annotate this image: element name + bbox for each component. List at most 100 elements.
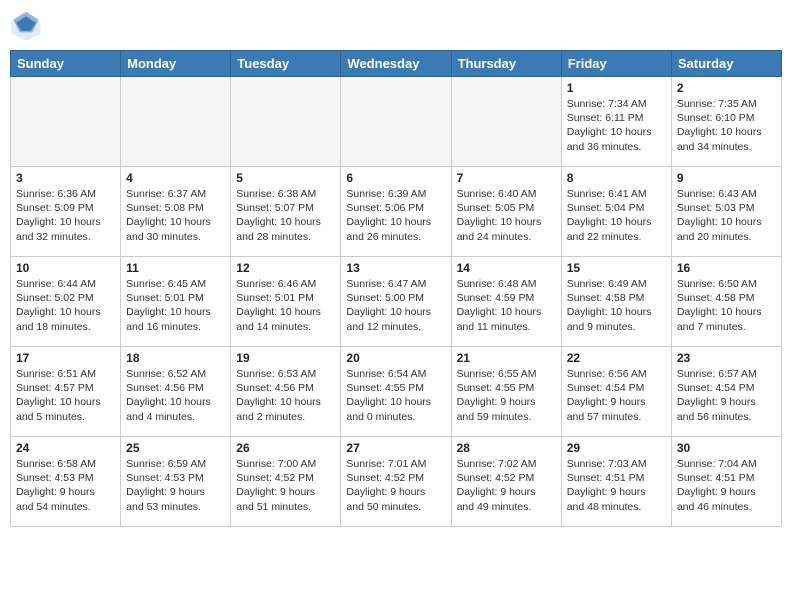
cell-day-number: 25 (126, 441, 225, 455)
cell-day-number: 7 (457, 171, 556, 185)
cell-day-number: 15 (567, 261, 666, 275)
calendar-cell (451, 77, 561, 167)
calendar-header-day: Wednesday (341, 51, 451, 77)
cell-info-text: Sunrise: 6:47 AM Sunset: 5:00 PM Dayligh… (346, 277, 445, 334)
cell-day-number: 27 (346, 441, 445, 455)
cell-info-text: Sunrise: 7:34 AM Sunset: 6:11 PM Dayligh… (567, 97, 666, 154)
calendar-cell: 26 Sunrise: 7:00 AM Sunset: 4:52 PM Dayli… (231, 437, 341, 527)
cell-day-number: 16 (677, 261, 776, 275)
cell-day-number: 17 (16, 351, 115, 365)
calendar-cell: 14Sunrise: 6:48 AM Sunset: 4:59 PM Dayli… (451, 257, 561, 347)
cell-info-text: Sunrise: 6:37 AM Sunset: 5:08 PM Dayligh… (126, 187, 225, 244)
calendar-cell: 25Sunrise: 6:59 AM Sunset: 4:53 PM Dayli… (121, 437, 231, 527)
calendar-cell: 21 Sunrise: 6:55 AM Sunset: 4:55 PM Dayli… (451, 347, 561, 437)
cell-day-number: 12 (236, 261, 335, 275)
calendar-cell: 28 Sunrise: 7:02 AM Sunset: 4:52 PM Dayli… (451, 437, 561, 527)
cell-info-text: Sunrise: 6:50 AM Sunset: 4:58 PM Dayligh… (677, 277, 776, 334)
cell-info-text: Sunrise: 6:56 AM Sunset: 4:54 PM Dayligh… (567, 367, 666, 424)
calendar-cell: 17 Sunrise: 6:51 AM Sunset: 4:57 PM Dayli… (11, 347, 121, 437)
calendar-header-day: Sunday (11, 51, 121, 77)
calendar-cell: 19 Sunrise: 6:53 AM Sunset: 4:56 PM Dayli… (231, 347, 341, 437)
calendar-cell: 20 Sunrise: 6:54 AM Sunset: 4:55 PM Dayli… (341, 347, 451, 437)
calendar-week-row: 17 Sunrise: 6:51 AM Sunset: 4:57 PM Dayli… (11, 347, 782, 437)
cell-info-text: Sunrise: 6:44 AM Sunset: 5:02 PM Dayligh… (16, 277, 115, 334)
calendar-header-day: Saturday (671, 51, 781, 77)
cell-day-number: 2 (677, 81, 776, 95)
cell-info-text: Sunrise: 6:54 AM Sunset: 4:55 PM Dayligh… (346, 367, 445, 424)
logo (10, 10, 46, 42)
calendar-cell: 30 Sunrise: 7:04 AM Sunset: 4:51 PM Dayli… (671, 437, 781, 527)
cell-info-text: Sunrise: 6:45 AM Sunset: 5:01 PM Dayligh… (126, 277, 225, 334)
cell-day-number: 9 (677, 171, 776, 185)
page-header (10, 10, 782, 42)
cell-info-text: Sunrise: 6:57 AM Sunset: 4:54 PM Dayligh… (677, 367, 776, 424)
calendar-header-day: Friday (561, 51, 671, 77)
cell-day-number: 1 (567, 81, 666, 95)
cell-info-text: Sunrise: 6:43 AM Sunset: 5:03 PM Dayligh… (677, 187, 776, 244)
calendar-cell: 12 Sunrise: 6:46 AM Sunset: 5:01 PM Dayli… (231, 257, 341, 347)
cell-info-text: Sunrise: 7:02 AM Sunset: 4:52 PM Dayligh… (457, 457, 556, 514)
cell-info-text: Sunrise: 7:04 AM Sunset: 4:51 PM Dayligh… (677, 457, 776, 514)
cell-info-text: Sunrise: 6:52 AM Sunset: 4:56 PM Dayligh… (126, 367, 225, 424)
calendar-cell: 29 Sunrise: 7:03 AM Sunset: 4:51 PM Dayli… (561, 437, 671, 527)
calendar-header-day: Monday (121, 51, 231, 77)
calendar-cell: 23 Sunrise: 6:57 AM Sunset: 4:54 PM Dayli… (671, 347, 781, 437)
cell-info-text: Sunrise: 6:53 AM Sunset: 4:56 PM Dayligh… (236, 367, 335, 424)
cell-info-text: Sunrise: 6:49 AM Sunset: 4:58 PM Dayligh… (567, 277, 666, 334)
calendar-cell: 9 Sunrise: 6:43 AM Sunset: 5:03 PM Daylig… (671, 167, 781, 257)
cell-day-number: 18 (126, 351, 225, 365)
cell-day-number: 24 (16, 441, 115, 455)
calendar-cell: 10Sunrise: 6:44 AM Sunset: 5:02 PM Dayli… (11, 257, 121, 347)
calendar-cell (341, 77, 451, 167)
calendar-week-row: 1 Sunrise: 7:34 AM Sunset: 6:11 PM Daylig… (11, 77, 782, 167)
calendar-cell: 27Sunrise: 7:01 AM Sunset: 4:52 PM Dayli… (341, 437, 451, 527)
calendar-cell: 1 Sunrise: 7:34 AM Sunset: 6:11 PM Daylig… (561, 77, 671, 167)
calendar-cell: 2 Sunrise: 7:35 AM Sunset: 6:10 PM Daylig… (671, 77, 781, 167)
cell-day-number: 4 (126, 171, 225, 185)
cell-info-text: Sunrise: 6:46 AM Sunset: 5:01 PM Dayligh… (236, 277, 335, 334)
cell-day-number: 21 (457, 351, 556, 365)
cell-info-text: Sunrise: 6:41 AM Sunset: 5:04 PM Dayligh… (567, 187, 666, 244)
cell-day-number: 8 (567, 171, 666, 185)
cell-day-number: 6 (346, 171, 445, 185)
cell-info-text: Sunrise: 6:39 AM Sunset: 5:06 PM Dayligh… (346, 187, 445, 244)
calendar-week-row: 3Sunrise: 6:36 AM Sunset: 5:09 PM Daylig… (11, 167, 782, 257)
calendar-week-row: 10Sunrise: 6:44 AM Sunset: 5:02 PM Dayli… (11, 257, 782, 347)
calendar-cell (121, 77, 231, 167)
calendar-cell (11, 77, 121, 167)
calendar-header-day: Thursday (451, 51, 561, 77)
cell-day-number: 29 (567, 441, 666, 455)
cell-day-number: 28 (457, 441, 556, 455)
cell-info-text: Sunrise: 7:03 AM Sunset: 4:51 PM Dayligh… (567, 457, 666, 514)
cell-day-number: 30 (677, 441, 776, 455)
calendar-cell: 18 Sunrise: 6:52 AM Sunset: 4:56 PM Dayli… (121, 347, 231, 437)
cell-info-text: Sunrise: 7:00 AM Sunset: 4:52 PM Dayligh… (236, 457, 335, 514)
calendar-cell: 3Sunrise: 6:36 AM Sunset: 5:09 PM Daylig… (11, 167, 121, 257)
cell-info-text: Sunrise: 6:51 AM Sunset: 4:57 PM Dayligh… (16, 367, 115, 424)
calendar-cell (231, 77, 341, 167)
calendar-cell: 13Sunrise: 6:47 AM Sunset: 5:00 PM Dayli… (341, 257, 451, 347)
cell-info-text: Sunrise: 6:36 AM Sunset: 5:09 PM Dayligh… (16, 187, 115, 244)
cell-info-text: Sunrise: 6:55 AM Sunset: 4:55 PM Dayligh… (457, 367, 556, 424)
logo-icon (10, 10, 42, 42)
calendar-cell: 16 Sunrise: 6:50 AM Sunset: 4:58 PM Dayli… (671, 257, 781, 347)
calendar-week-row: 24 Sunrise: 6:58 AM Sunset: 4:53 PM Dayli… (11, 437, 782, 527)
calendar-cell: 7 Sunrise: 6:40 AM Sunset: 5:05 PM Daylig… (451, 167, 561, 257)
cell-info-text: Sunrise: 6:58 AM Sunset: 4:53 PM Dayligh… (16, 457, 115, 514)
calendar-cell: 8 Sunrise: 6:41 AM Sunset: 5:04 PM Daylig… (561, 167, 671, 257)
cell-day-number: 23 (677, 351, 776, 365)
calendar-cell: 5 Sunrise: 6:38 AM Sunset: 5:07 PM Daylig… (231, 167, 341, 257)
cell-day-number: 11 (126, 261, 225, 275)
calendar-cell: 15 Sunrise: 6:49 AM Sunset: 4:58 PM Dayli… (561, 257, 671, 347)
calendar-header-day: Tuesday (231, 51, 341, 77)
cell-info-text: Sunrise: 7:35 AM Sunset: 6:10 PM Dayligh… (677, 97, 776, 154)
cell-day-number: 20 (346, 351, 445, 365)
cell-day-number: 26 (236, 441, 335, 455)
calendar-table: SundayMondayTuesdayWednesdayThursdayFrid… (10, 50, 782, 527)
cell-info-text: Sunrise: 6:38 AM Sunset: 5:07 PM Dayligh… (236, 187, 335, 244)
cell-day-number: 19 (236, 351, 335, 365)
cell-day-number: 5 (236, 171, 335, 185)
calendar-cell: 11 Sunrise: 6:45 AM Sunset: 5:01 PM Dayli… (121, 257, 231, 347)
calendar-cell: 22Sunrise: 6:56 AM Sunset: 4:54 PM Dayli… (561, 347, 671, 437)
cell-info-text: Sunrise: 6:40 AM Sunset: 5:05 PM Dayligh… (457, 187, 556, 244)
